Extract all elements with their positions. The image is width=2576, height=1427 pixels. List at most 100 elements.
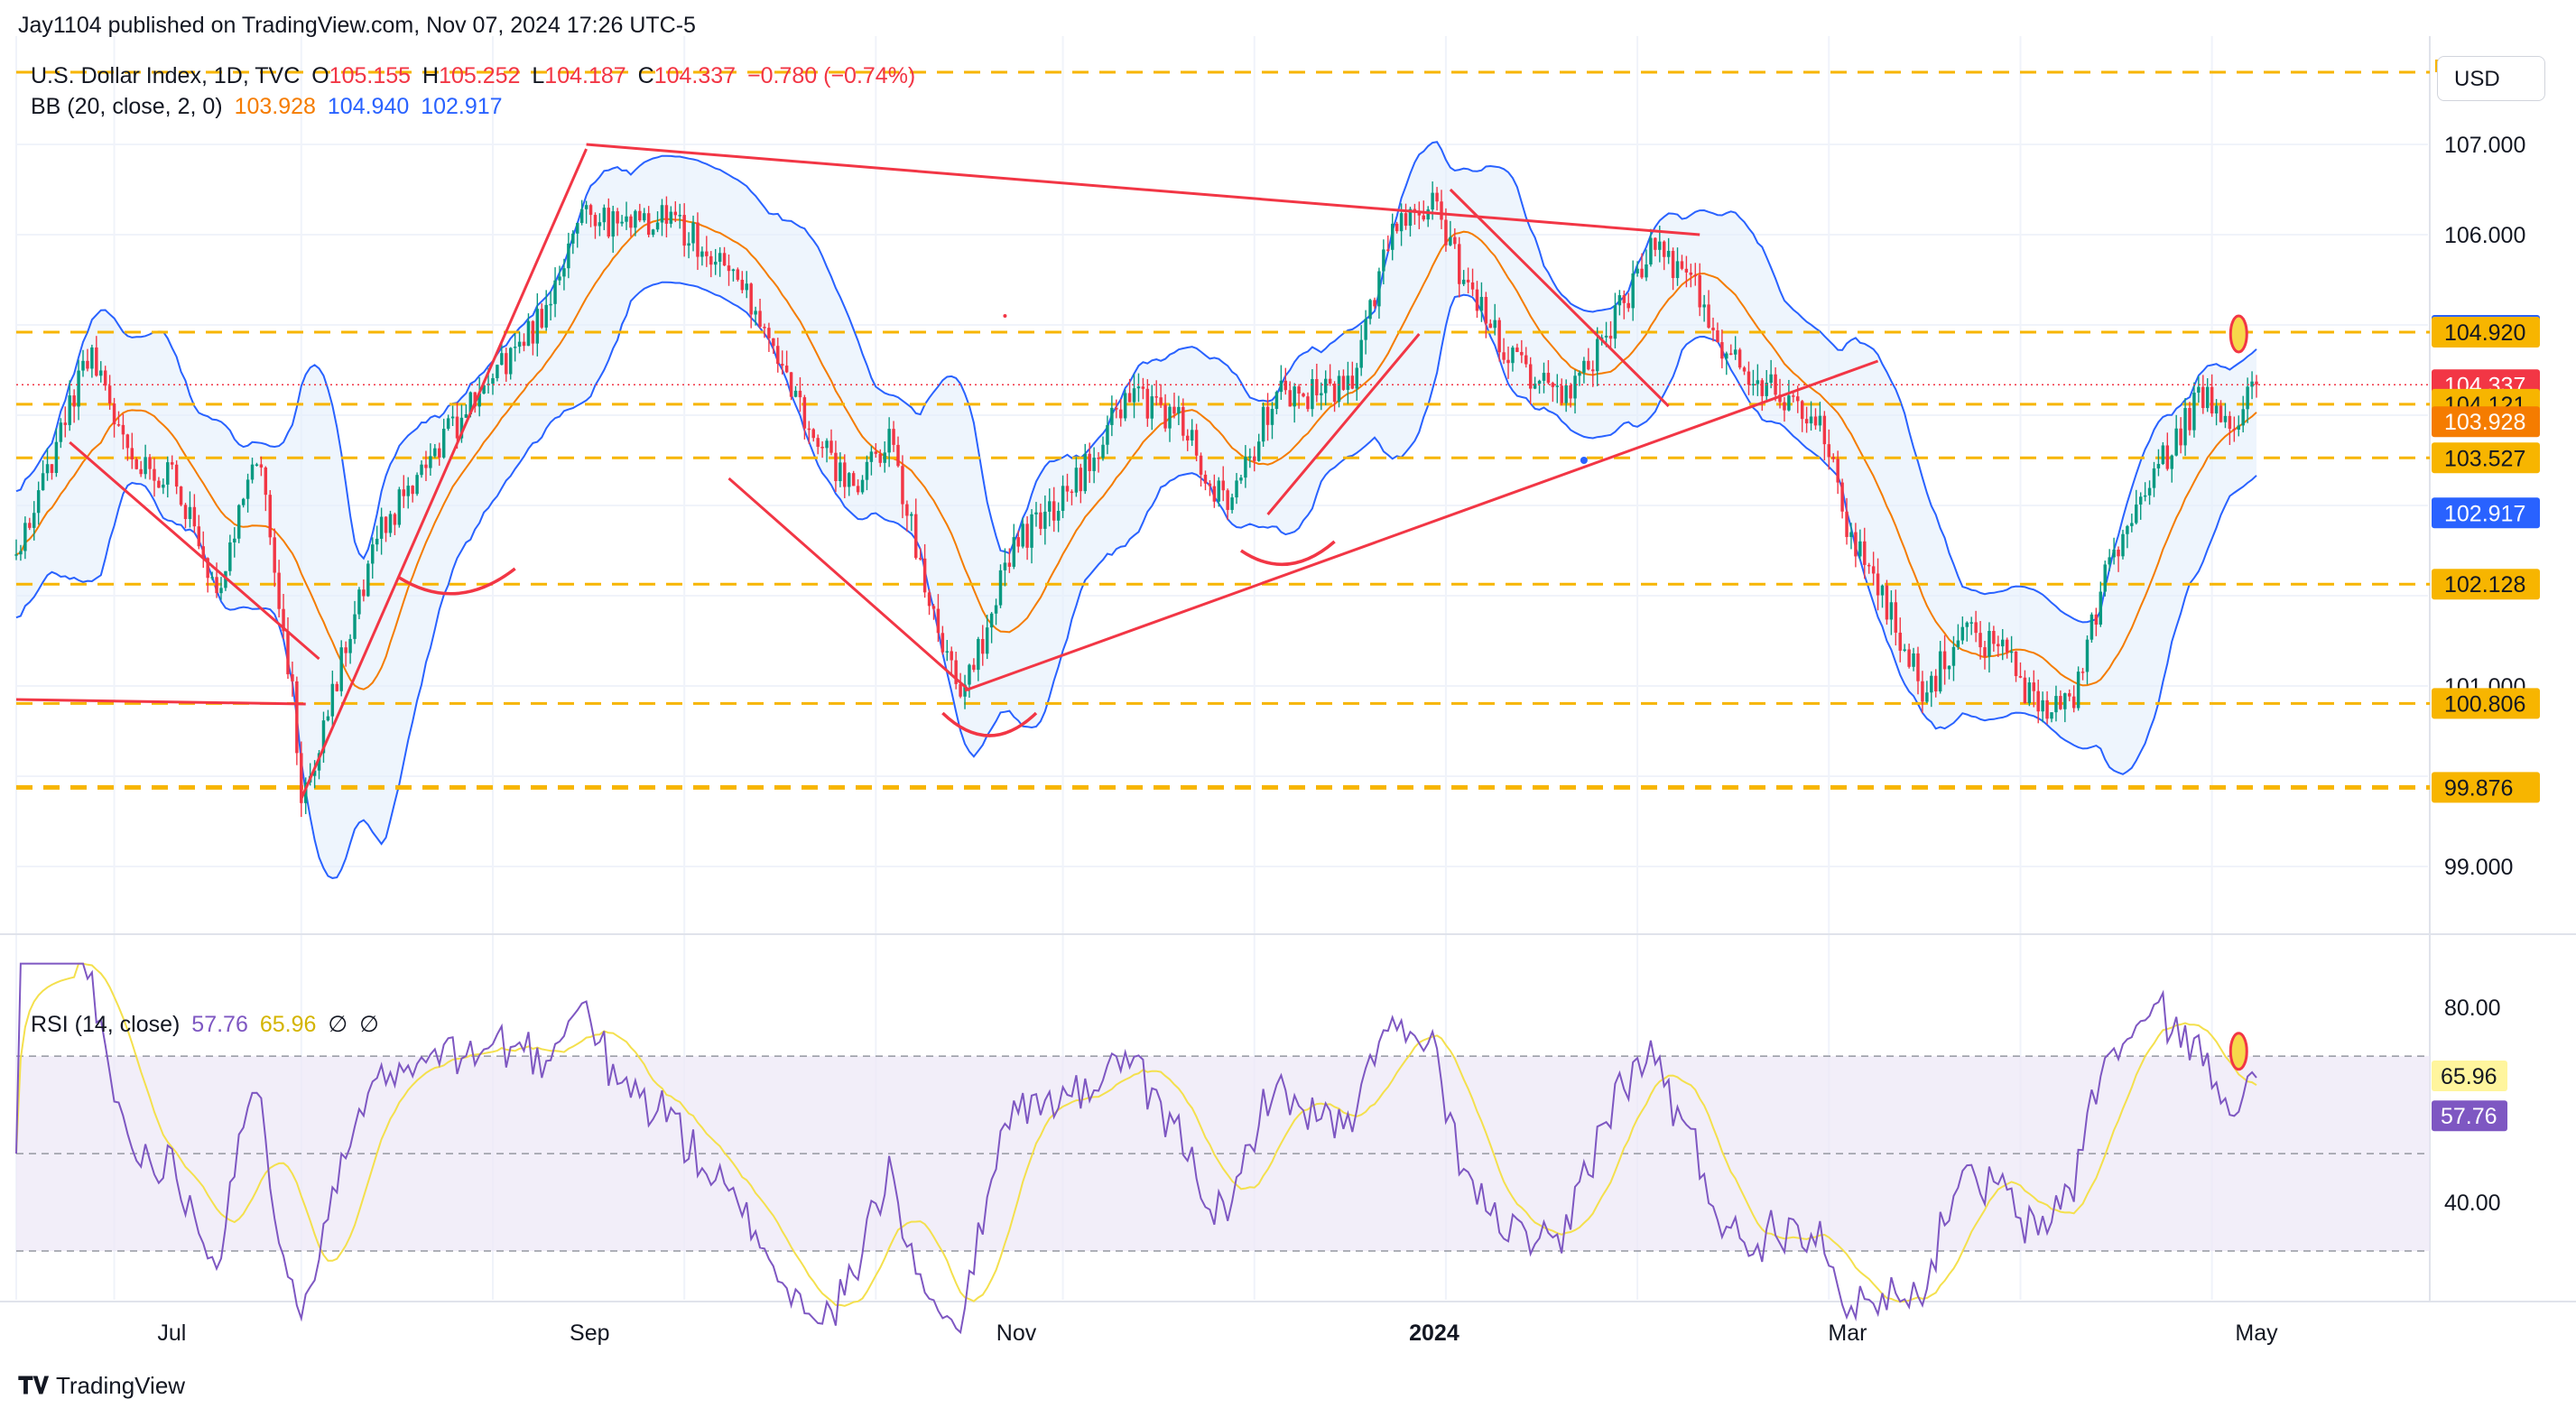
candle-body [811, 429, 815, 439]
candle-body [1177, 406, 1181, 414]
candle-body [1626, 302, 1630, 309]
candle-body [148, 457, 152, 469]
candle-body [1320, 393, 1323, 395]
candle-body [576, 222, 579, 234]
candle-body [1088, 453, 1091, 471]
candle-body [90, 347, 94, 369]
candle-body [286, 631, 290, 675]
candle-body [1809, 416, 1813, 424]
candle-body [1119, 409, 1123, 419]
candle-body [1306, 396, 1310, 410]
candle-body [1391, 223, 1395, 250]
candle-body [1101, 444, 1105, 459]
candle-body [1569, 385, 1572, 399]
rsi-highlight-loop [2229, 1032, 2248, 1071]
candle-body [2192, 393, 2196, 431]
candle-body [1217, 480, 1221, 502]
candle-body [415, 475, 419, 495]
candle-body [2183, 408, 2187, 446]
candle-body [540, 309, 543, 328]
ohlc-high: 105.252 [439, 63, 521, 88]
rsi-y-tick-label: 80.00 [2444, 996, 2501, 1021]
candle-body [1578, 372, 1581, 376]
candle-body [1671, 250, 1675, 279]
candle-body [549, 303, 552, 306]
candle-body [1386, 249, 1390, 251]
candle-body [236, 505, 241, 539]
candle-body [780, 364, 784, 366]
candle-body [241, 498, 246, 505]
candle-body [63, 422, 68, 425]
y-tick-label: 107.000 [2444, 133, 2525, 158]
candle-body [1591, 369, 1595, 372]
candle-body [23, 523, 27, 551]
candle-body [14, 554, 18, 556]
candle-body [1622, 295, 1626, 303]
candle-body [1564, 385, 1568, 403]
candle-body [1048, 501, 1052, 512]
candle-body [1631, 273, 1635, 309]
dot-marker [1003, 314, 1007, 318]
candle-body [517, 341, 522, 347]
candle-body [366, 563, 370, 597]
candle-body [157, 480, 161, 488]
candle-body [691, 222, 695, 244]
candle-body [2241, 409, 2245, 426]
candle-body [731, 269, 736, 272]
highlight-loop [2229, 314, 2248, 354]
candle-body [1836, 459, 1839, 483]
candle-body [1136, 386, 1141, 389]
publisher-line: Jay1104 published on TradingView.com, No… [18, 13, 696, 39]
candle-body [491, 377, 495, 385]
candle-body [1912, 653, 1915, 667]
candle-body [1079, 468, 1083, 492]
candle-body [1831, 457, 1835, 459]
candle-body [291, 674, 294, 681]
candle-body [816, 438, 820, 448]
chart-svg: 107.000106.000101.00099.000107.800104.94… [0, 36, 2576, 1346]
y-tick-label: 99.000 [2444, 855, 2513, 880]
candle-body [1484, 296, 1488, 324]
candle-body [1444, 219, 1448, 246]
candle-body [874, 451, 878, 454]
candle-body [99, 370, 103, 376]
candle-body [339, 647, 343, 691]
candle-body [544, 304, 548, 328]
candle-body [505, 353, 508, 375]
candle-body [669, 211, 673, 224]
candle-body [371, 544, 375, 564]
candle-body [905, 504, 909, 516]
candle-body [1141, 386, 1145, 389]
candle-body [1698, 274, 1701, 308]
candle-body [393, 514, 397, 525]
candle-body [2041, 700, 2044, 712]
candle-body [1265, 406, 1270, 425]
candle-body [1039, 512, 1042, 529]
candle-body [1364, 319, 1367, 340]
currency-button[interactable]: USD [2437, 56, 2545, 101]
candle-body [1604, 335, 1608, 338]
candle-body [1150, 396, 1154, 419]
candle-body [2232, 429, 2237, 431]
candle-body [1608, 335, 1613, 339]
candle-body [998, 570, 1003, 606]
candle-body [1132, 388, 1136, 403]
candle-body [433, 448, 437, 457]
candle-body [1261, 406, 1265, 442]
candle-body [1947, 665, 1951, 670]
candle-body [103, 370, 107, 386]
candle-body [1302, 394, 1305, 397]
tradingview-logo-icon: 𝐓𝐕 [18, 1372, 49, 1399]
candle-body [2094, 614, 2099, 625]
candle-body [829, 440, 833, 453]
candle-body [1792, 395, 1795, 397]
candle-body [673, 211, 678, 216]
candle-body [1969, 622, 1973, 624]
candle-body [1689, 272, 1693, 275]
candle-body [1311, 378, 1314, 410]
candle-body [36, 490, 41, 514]
candle-body [1235, 480, 1238, 498]
tradingview-logo: 𝐓𝐕 TradingView [18, 1372, 185, 1401]
candle-body [1115, 407, 1118, 410]
candle-body [1800, 401, 1804, 420]
